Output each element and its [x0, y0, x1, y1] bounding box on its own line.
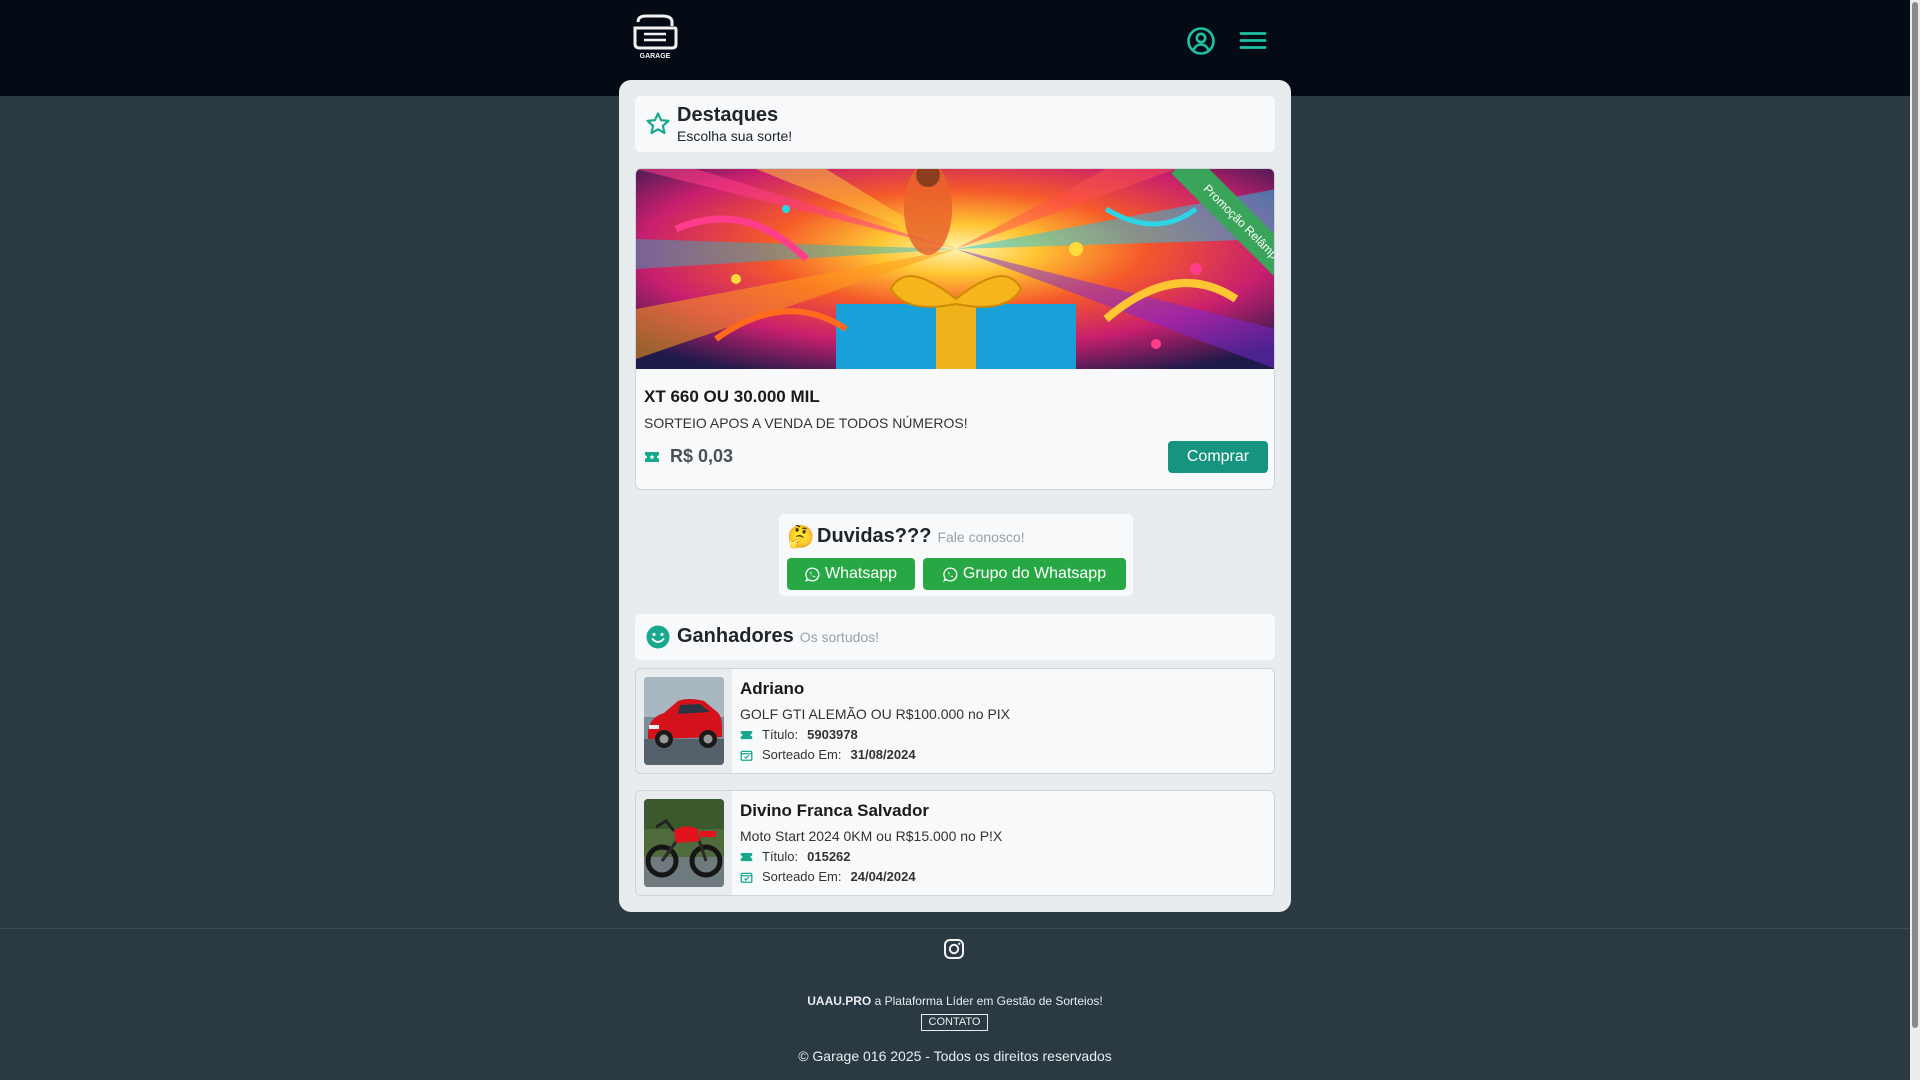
raffle-price: R$ 0,03	[670, 446, 734, 466]
winner-image-car	[644, 677, 724, 765]
winner-name: Adriano	[740, 679, 805, 698]
whatsapp-button[interactable]: Whatsapp	[787, 558, 915, 590]
promo-ribbon-wrap: Promoção Relâmpago!	[1144, 169, 1274, 299]
winner-name: Divino Franca Salvador	[740, 801, 929, 820]
winner-prize: GOLF GTI ALEMÃO OU R$100.000 no PIX	[740, 706, 1011, 722]
ticket-icon	[645, 451, 659, 462]
winner-prize: Moto Start 2024 0KM ou R$15.000 no P!X	[740, 828, 1003, 844]
winner-draw-date: 24/04/2024	[850, 869, 916, 884]
instagram-link[interactable]	[943, 938, 965, 960]
destaques-title: Destaques	[677, 104, 779, 126]
winner-date-line: Sorteado Em: 31/08/2024	[740, 747, 916, 762]
winners-subtitle: Os sortudos!	[799, 629, 880, 645]
smile-icon	[646, 625, 670, 649]
tagline: a Plataforma Líder em Gestão de Sorteios…	[874, 994, 1103, 1008]
winner-ticket-number: 5903978	[807, 727, 858, 742]
copyright-text: © Garage 016 2025 - Todos os direitos re…	[798, 1048, 1112, 1064]
drawn-label: Sorteado Em:	[762, 747, 842, 762]
winner-image-motorcycle	[644, 799, 724, 887]
scrollbar-thumb[interactable]	[1912, 2, 1918, 1028]
doubts-title-text: Duvidas???	[817, 525, 932, 547]
doubts-title: Duvidas??? Fale conosco!	[817, 525, 1025, 548]
raffle-title[interactable]: XT 660 OU 30.000 MIL	[644, 387, 820, 407]
ticket-label: Título:	[762, 727, 799, 742]
garage-logo[interactable]: GARAGE	[632, 14, 678, 64]
destaques-subtitle: Escolha sua sorte!	[677, 128, 793, 144]
star-icon	[646, 112, 670, 135]
thinking-emoji-icon: 🤔	[787, 524, 815, 549]
whatsapp-icon	[942, 566, 958, 582]
price-row: R$ 0,03	[644, 446, 733, 467]
winners-header: Ganhadores Os sortudos!	[635, 614, 1275, 660]
winner-date-line: Sorteado Em: 24/04/2024	[740, 869, 916, 884]
drawn-label: Sorteado Em:	[762, 869, 842, 884]
winner-ticket-number: 015262	[807, 849, 851, 864]
winner-ticket-line: Título: 5903978	[740, 727, 858, 742]
winners-title: Ganhadores Os sortudos!	[677, 625, 879, 648]
powered-by-text: UAAU.PRO a Plataforma Líder em Gestão de…	[0, 994, 1910, 1008]
doubts-subtitle: Fale conosco!	[937, 529, 1025, 545]
winner-card[interactable]: Divino Franca Salvador Moto Start 2024 0…	[635, 790, 1275, 896]
footer-divider	[0, 928, 1910, 929]
user-account-button[interactable]	[1184, 24, 1218, 58]
whatsapp-group-button[interactable]: Grupo do Whatsapp	[923, 558, 1126, 590]
ticket-label: Título:	[762, 849, 799, 864]
promo-ribbon: Promoção Relâmpago!	[1171, 169, 1274, 299]
whatsapp-icon	[805, 566, 820, 582]
brand-link[interactable]: UAAU.PRO	[807, 994, 871, 1008]
contact-link[interactable]: CONTATO	[921, 1014, 988, 1031]
ticket-icon	[740, 852, 753, 861]
contact-box: 🤔 Duvidas??? Fale conosco! Whatsapp Grupo…	[779, 514, 1133, 596]
whatsapp-button-label: Whatsapp	[824, 565, 898, 582]
instagram-icon	[944, 939, 964, 959]
winner-ticket-line: Título: 015262	[740, 849, 851, 864]
main-panel: Destaques Escolha sua sorte! Promoção Re…	[619, 80, 1291, 912]
menu-button[interactable]	[1236, 24, 1270, 58]
svg-text:GARAGE: GARAGE	[640, 53, 671, 60]
destaques-header: Destaques Escolha sua sorte!	[635, 96, 1275, 152]
hamburger-menu-icon	[1239, 32, 1267, 49]
raffle-card[interactable]: Promoção Relâmpago! XT 660 OU 30.000 MIL…	[635, 168, 1275, 490]
winners-title-text: Ganhadores	[677, 625, 794, 647]
raffle-description: SORTEIO APOS A VENDA DE TODOS NÚMEROS!	[644, 415, 968, 431]
page-scrollbar[interactable]	[1910, 0, 1920, 1080]
winner-card[interactable]: Adriano GOLF GTI ALEMÃO OU R$100.000 no …	[635, 668, 1275, 774]
calendar-check-icon	[740, 750, 753, 761]
user-circle-icon	[1187, 27, 1215, 55]
whatsapp-group-button-label: Grupo do Whatsapp	[962, 565, 1107, 582]
buy-button[interactable]: Comprar	[1168, 441, 1268, 473]
garage-logo-icon: GARAGE	[633, 14, 678, 60]
calendar-check-icon	[740, 872, 753, 883]
winner-draw-date: 31/08/2024	[850, 747, 916, 762]
ticket-icon	[740, 730, 753, 739]
